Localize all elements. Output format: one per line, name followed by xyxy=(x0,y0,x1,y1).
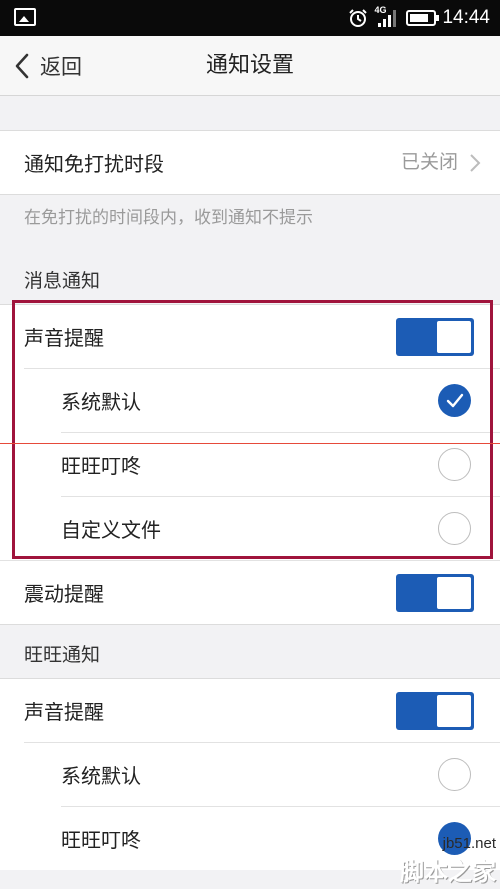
alarm-icon xyxy=(349,9,368,27)
status-time: 14:44 xyxy=(442,7,490,28)
battery-icon xyxy=(406,10,440,26)
message-section-header: 消息通知 xyxy=(24,270,101,292)
message-notification-card: 声音提醒 系统默认 旺旺叮咚 自定义文件 震动提醒 xyxy=(0,304,500,625)
message-vibrate-toggle[interactable] xyxy=(396,574,474,612)
message-option-wangwang-dingdong[interactable]: 旺旺叮咚 xyxy=(0,433,500,496)
wangwang-option-system-default[interactable]: 系统默认 xyxy=(0,743,500,806)
dnd-label: 通知免打扰时段 xyxy=(24,152,164,176)
wangwang-option-wangwang-dingdong[interactable]: 旺旺叮咚 xyxy=(0,807,500,870)
chevron-right-icon xyxy=(470,154,481,172)
back-label: 返回 xyxy=(40,55,82,79)
status-bar: 4G 14:44 xyxy=(0,0,500,36)
toggle-knob xyxy=(437,321,471,353)
message-sound-toggle[interactable] xyxy=(396,318,474,356)
toggle-knob xyxy=(437,695,471,727)
wangwang-sound-row: 声音提醒 xyxy=(0,679,500,742)
back-button[interactable]: 返回 xyxy=(12,36,82,96)
chevron-left-icon xyxy=(15,53,29,79)
option-label: 系统默认 xyxy=(61,390,141,414)
message-vibrate-row: 震动提醒 xyxy=(0,561,500,624)
radio-empty-icon[interactable] xyxy=(438,448,471,481)
dnd-row[interactable]: 通知免打扰时段 已关闭 xyxy=(0,131,500,194)
signal-4g-icon: 4G xyxy=(374,5,400,29)
dnd-note: 在免打扰的时间段内，收到通知不提示 xyxy=(24,208,313,228)
status-icons: 4G 14:44 xyxy=(348,0,490,36)
wangwang-notification-card: 声音提醒 系统默认 旺旺叮咚 xyxy=(0,678,500,870)
option-label: 旺旺叮咚 xyxy=(61,454,141,478)
message-sound-label: 声音提醒 xyxy=(24,326,104,350)
dnd-value: 已关闭 xyxy=(400,151,458,173)
wangwang-section-header: 旺旺通知 xyxy=(24,644,101,666)
checkmark-icon[interactable] xyxy=(438,822,471,855)
page-title: 通知设置 xyxy=(205,53,294,78)
option-label: 系统默认 xyxy=(61,764,141,788)
message-option-custom-file[interactable]: 自定义文件 xyxy=(0,497,500,560)
radio-empty-icon[interactable] xyxy=(438,512,471,545)
message-option-system-default[interactable]: 系统默认 xyxy=(0,369,500,432)
nav-bar: 返回 通知设置 xyxy=(0,36,500,96)
checkmark-icon[interactable] xyxy=(438,384,471,417)
message-vibrate-label: 震动提醒 xyxy=(24,582,104,606)
radio-empty-icon[interactable] xyxy=(438,758,471,791)
option-label: 旺旺叮咚 xyxy=(61,828,141,852)
wangwang-sound-label: 声音提醒 xyxy=(24,700,104,724)
wangwang-sound-toggle[interactable] xyxy=(396,692,474,730)
gallery-notification-icon xyxy=(14,8,36,26)
message-sound-row: 声音提醒 xyxy=(0,305,500,368)
toggle-knob xyxy=(437,577,471,609)
network-type: 4G xyxy=(374,5,387,15)
dnd-card: 通知免打扰时段 已关闭 xyxy=(0,130,500,195)
option-label: 自定义文件 xyxy=(61,518,161,542)
